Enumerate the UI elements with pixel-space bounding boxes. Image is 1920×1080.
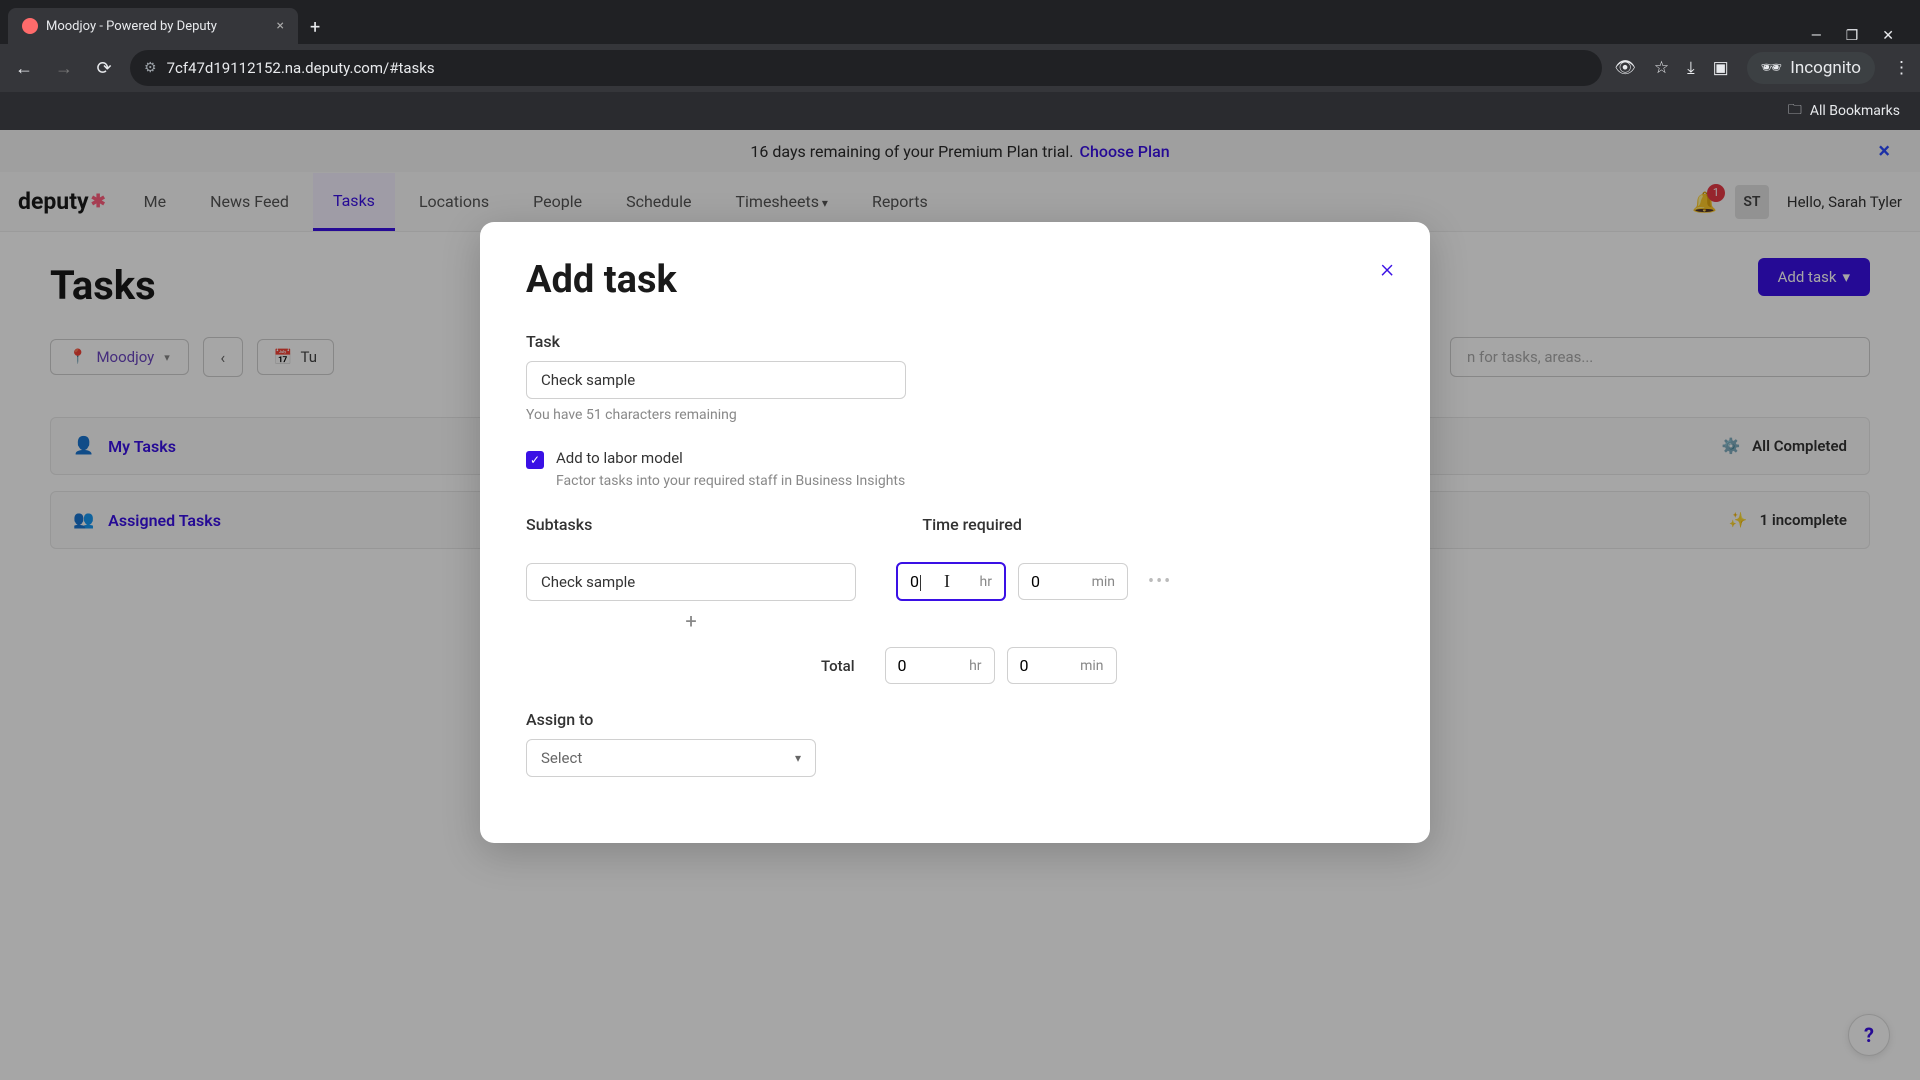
task-name-input[interactable]: [526, 361, 906, 399]
eye-off-icon[interactable]: 👁: [1614, 58, 1636, 78]
tab-title: Moodjoy - Powered by Deputy: [46, 19, 217, 34]
modal-title: Add task: [526, 258, 1384, 302]
add-subtask-button[interactable]: +: [526, 609, 856, 633]
subtasks-label: Subtasks: [526, 515, 592, 534]
modal-close-icon[interactable]: ×: [1380, 254, 1394, 284]
assign-to-label: Assign to: [526, 710, 1384, 729]
min-unit: min: [1092, 574, 1115, 590]
time-required-label: Time required: [922, 515, 1022, 534]
labor-model-label: Add to labor model: [556, 449, 905, 467]
assign-to-select[interactable]: Select: [526, 739, 816, 777]
forward-icon: →: [50, 54, 78, 82]
address-bar[interactable]: ⚙ 7cf47d19112152.na.deputy.com/#tasks: [130, 50, 1602, 86]
labor-model-hint: Factor tasks into your required staff in…: [556, 473, 905, 489]
total-label: Total: [821, 657, 855, 675]
hr-unit: hr: [980, 574, 992, 590]
incognito-chip[interactable]: 🕶 Incognito: [1747, 52, 1875, 84]
hours-input-box[interactable]: 0 hr: [896, 562, 1006, 601]
total-hours-box: 0 hr: [885, 647, 995, 684]
chars-remaining-hint: You have 51 characters remaining: [526, 407, 1384, 423]
minimize-icon[interactable]: —: [1811, 28, 1822, 44]
subtask-input[interactable]: [526, 563, 856, 601]
minutes-input-box[interactable]: 0 min: [1018, 563, 1128, 600]
panel-icon[interactable]: ▣: [1713, 58, 1729, 78]
browser-tab[interactable]: Moodjoy - Powered by Deputy ×: [8, 8, 298, 44]
close-window-icon[interactable]: ✕: [1882, 28, 1894, 44]
menu-icon[interactable]: ⋮: [1893, 58, 1910, 78]
new-tab-button[interactable]: +: [298, 11, 332, 44]
close-tab-icon[interactable]: ×: [277, 18, 284, 34]
url-text: 7cf47d19112152.na.deputy.com/#tasks: [167, 59, 435, 77]
reload-icon[interactable]: ⟳: [90, 54, 118, 82]
total-minutes-box: 0 min: [1007, 647, 1117, 684]
incognito-label: Incognito: [1790, 58, 1861, 78]
task-label: Task: [526, 332, 1384, 351]
star-icon[interactable]: ☆: [1654, 58, 1669, 78]
all-bookmarks-link[interactable]: All Bookmarks: [1810, 103, 1900, 119]
favicon-icon: [22, 18, 38, 34]
incognito-icon: 🕶: [1761, 58, 1783, 78]
back-icon[interactable]: ←: [10, 54, 38, 82]
more-options-icon[interactable]: •••: [1148, 571, 1172, 592]
labor-model-checkbox[interactable]: ✓: [526, 451, 544, 469]
add-task-modal: × Add task Task You have 51 characters r…: [480, 222, 1430, 843]
site-info-icon[interactable]: ⚙: [144, 60, 157, 76]
folder-icon: 🗀: [1788, 99, 1802, 123]
maximize-icon[interactable]: ❐: [1846, 28, 1859, 44]
download-icon[interactable]: ⤓: [1687, 58, 1695, 78]
